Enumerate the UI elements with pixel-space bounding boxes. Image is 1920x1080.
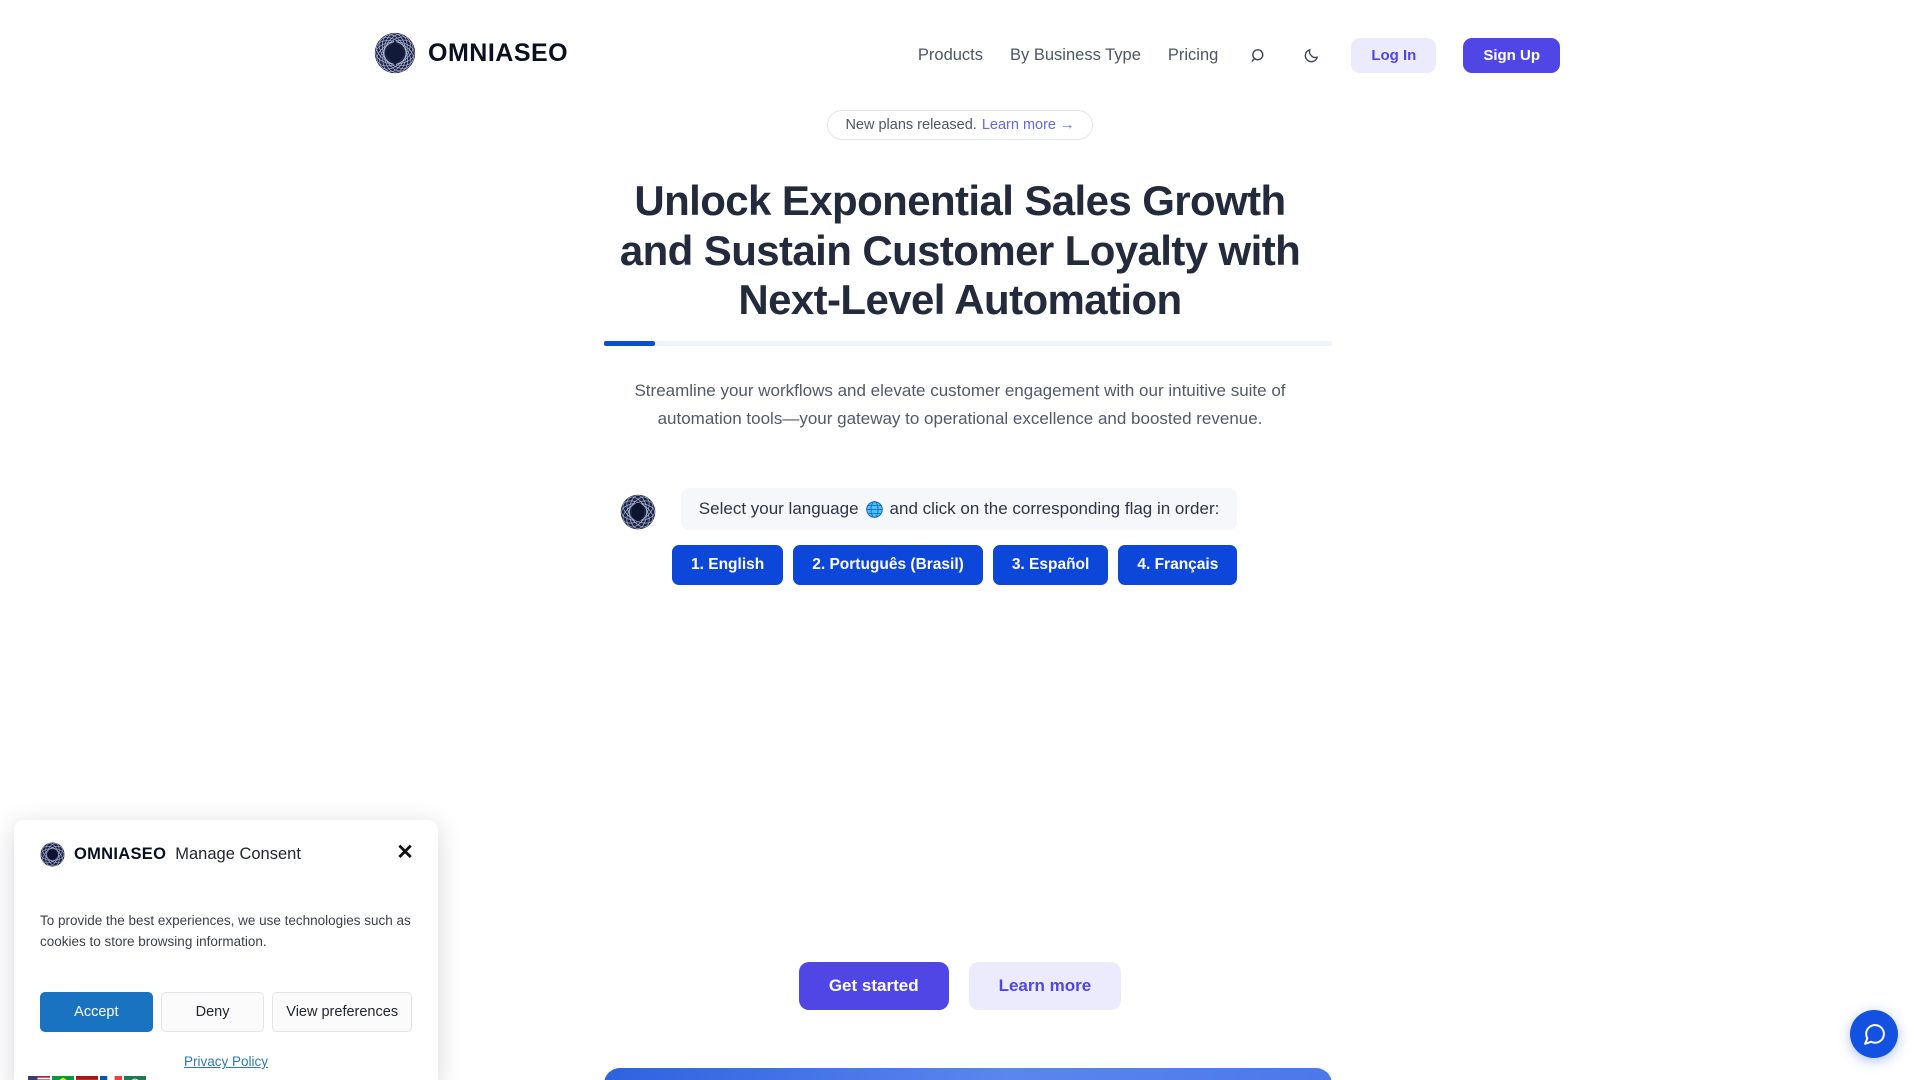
chat-bubble-icon[interactable] (1850, 1010, 1898, 1058)
flag-france[interactable] (100, 1076, 122, 1080)
bottom-feature-panel (604, 1068, 1332, 1080)
language-button-espanol[interactable]: 3. Español (992, 545, 1109, 585)
language-prompt-after: and click on the corresponding flag in o… (889, 499, 1220, 518)
language-button-portugues-brasil[interactable]: 2. Português (Brasil) (793, 545, 983, 585)
flag-spain[interactable] (76, 1076, 98, 1080)
nav-item-by-business-type[interactable]: By Business Type (1010, 46, 1141, 65)
privacy-policy-link[interactable]: Privacy Policy (184, 1054, 268, 1069)
language-prompt-before: Select your language (698, 499, 859, 518)
progress-bar-track (604, 341, 1332, 346)
progress-bar-fill (604, 341, 655, 346)
hero-subtitle: Streamline your workflows and elevate cu… (634, 380, 1286, 428)
get-started-button[interactable]: Get started (798, 962, 949, 1010)
flag-brazil[interactable] (52, 1076, 74, 1080)
omniaseo-spiral-logo-icon (40, 842, 65, 867)
omniaseo-spiral-logo-icon (374, 32, 416, 74)
language-button-francais[interactable]: 4. Français (1118, 545, 1238, 585)
brand-name: OMNIASEO (428, 38, 569, 67)
consent-description: To provide the best experiences, we use … (40, 913, 411, 949)
page-title: Unlock Exponential Sales Growth and Sust… (619, 177, 1301, 324)
announcement-learn-more-link[interactable]: Learn more → (982, 117, 1075, 133)
consent-header: OMNIASEO Manage Consent ✕ (40, 842, 414, 867)
language-flag-strip (28, 1076, 146, 1080)
flag-arab-league[interactable] (124, 1076, 146, 1080)
brand-logo[interactable]: OMNIASEO (374, 32, 568, 74)
language-button-english[interactable]: 1. English (672, 545, 784, 585)
language-button-group: 1. English 2. Português (Brasil) 3. Espa… (672, 545, 1238, 585)
consent-footer: Privacy Policy (28, 1054, 412, 1080)
cookie-consent-dialog: OMNIASEO Manage Consent ✕ To provide the… (14, 820, 438, 1080)
consent-brand-name: OMNIASEO (74, 845, 167, 863)
consent-title: Manage Consent (175, 845, 301, 863)
nav-item-products[interactable]: Products (918, 46, 983, 65)
flag-united-states[interactable] (28, 1076, 50, 1080)
learn-more-button[interactable]: Learn more (968, 962, 1122, 1010)
announcement-text: New plans released. (845, 117, 977, 133)
primary-navigation: Products By Business Type Pricing Log In… (918, 38, 1560, 73)
moon-icon[interactable] (1298, 43, 1324, 69)
omniaseo-spiral-logo-icon (620, 494, 656, 530)
login-button[interactable]: Log In (1351, 38, 1437, 73)
globe-icon (865, 500, 883, 518)
deny-button[interactable]: Deny (160, 992, 265, 1033)
signup-button[interactable]: Sign Up (1463, 38, 1560, 73)
accept-button[interactable]: Accept (40, 992, 153, 1033)
consent-action-group: Accept Deny View preferences (40, 992, 412, 1033)
announcement-banner[interactable]: New plans released. Learn more → (827, 110, 1093, 140)
view-preferences-button[interactable]: View preferences (272, 992, 412, 1033)
language-selector-widget: Select your language and click on the co… (620, 488, 1238, 585)
nav-item-pricing[interactable]: Pricing (1168, 46, 1218, 65)
language-prompt: Select your language and click on the co… (680, 488, 1238, 530)
site-header: OMNIASEO Products By Business Type Prici… (0, 0, 1920, 110)
hero-section: New plans released. Learn more → Unlock … (0, 110, 1920, 433)
close-icon[interactable]: ✕ (394, 841, 416, 863)
search-icon[interactable] (1245, 43, 1271, 69)
